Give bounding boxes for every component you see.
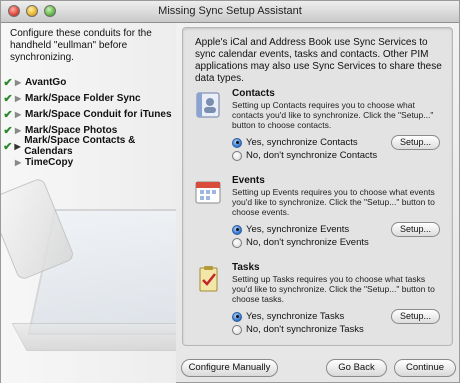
go-back-button[interactable]: Go Back — [326, 359, 387, 377]
radio-no-contacts[interactable]: No, don't synchronize Contacts — [232, 150, 377, 161]
section-description: Setting up Contacts requires you to choo… — [232, 100, 434, 130]
radio-button-selected[interactable] — [232, 224, 242, 235]
arrow-icon: ▶ — [15, 93, 22, 103]
conduit-item-contacts-calendars: ✔ ▶ Mark/Space Contacts & Calendars — [1, 135, 181, 157]
conduit-item-folder-sync: ✔ ▶ Mark/Space Folder Sync — [1, 90, 181, 106]
radio-yes-contacts[interactable]: Yes, synchronize Contacts — [232, 137, 358, 148]
arrow-icon: ▶ — [15, 125, 22, 135]
radio-button-selected[interactable] — [232, 311, 242, 322]
tasks-icon — [199, 266, 218, 292]
address-book-icon — [196, 92, 220, 118]
setup-contacts-button[interactable]: Setup... — [391, 135, 440, 150]
panel-description: Apple's iCal and Address Book use Sync S… — [195, 37, 442, 84]
radio-yes-tasks[interactable]: Yes, synchronize Tasks — [232, 311, 344, 322]
setup-assistant-window: Missing Sync Setup Assistant Configure t… — [0, 0, 460, 383]
conduit-label: Mark/Space Photos — [25, 124, 118, 136]
conduit-label: AvantGo — [25, 76, 67, 88]
setup-events-button[interactable]: Setup... — [391, 222, 440, 237]
calendar-icon — [195, 181, 221, 204]
sync-options-panel: Apple's iCal and Address Book use Sync S… — [182, 27, 453, 346]
section-title: Tasks — [232, 262, 260, 273]
checkmark-icon: ✔ — [3, 140, 13, 153]
configure-manually-button[interactable]: Configure Manually — [181, 359, 278, 377]
tasks-section: Tasks Setting up Tasks requires you to c… — [191, 262, 447, 344]
checkmark-icon: ✔ — [3, 76, 13, 89]
conduit-label: TimeCopy — [25, 156, 74, 168]
sidebar-intro: Configure these conduits for the handhel… — [10, 28, 152, 63]
setup-tasks-button[interactable]: Setup... — [391, 309, 440, 324]
conduit-label: Mark/Space Folder Sync — [25, 92, 141, 104]
laptop-base-illustration — [11, 323, 176, 351]
arrow-icon: ▶ — [15, 77, 22, 87]
radio-button-selected[interactable] — [232, 137, 242, 148]
radio-no-tasks[interactable]: No, don't synchronize Tasks — [232, 324, 364, 335]
conduit-list: ✔ ▶ AvantGo ✔ ▶ Mark/Space Folder Sync ✔… — [1, 74, 181, 170]
conduit-item-timecopy: ▶ TimeCopy — [1, 154, 181, 170]
radio-label: No, don't synchronize Tasks — [246, 324, 364, 335]
conduit-item-avantgo: ✔ ▶ AvantGo — [1, 74, 181, 90]
section-title: Contacts — [232, 88, 275, 99]
window-title: Missing Sync Setup Assistant — [158, 5, 302, 17]
radio-button[interactable] — [232, 324, 242, 335]
radio-button[interactable] — [232, 237, 242, 248]
radio-yes-events[interactable]: Yes, synchronize Events — [232, 224, 349, 235]
radio-label: No, don't synchronize Contacts — [246, 150, 378, 161]
arrow-icon: ▶ — [15, 109, 22, 119]
events-section: Events Setting up Events requires you to… — [191, 175, 447, 257]
checkmark-icon: ✔ — [3, 92, 13, 105]
conduit-label: Mark/Space Conduit for iTunes — [25, 108, 172, 120]
radio-no-events[interactable]: No, don't synchronize Events — [232, 237, 369, 248]
continue-button[interactable]: Continue — [394, 359, 456, 377]
arrow-icon: ▶ — [15, 157, 22, 167]
radio-label: Yes, synchronize Events — [246, 224, 350, 235]
radio-button[interactable] — [232, 150, 242, 161]
contacts-section: Contacts Setting up Contacts requires yo… — [191, 88, 447, 170]
checkmark-icon: ✔ — [3, 124, 13, 137]
section-description: Setting up Events requires you to choose… — [232, 187, 435, 217]
checkmark-icon: ✔ — [3, 108, 13, 121]
radio-label: Yes, synchronize Contacts — [246, 137, 358, 148]
radio-label: Yes, synchronize Tasks — [246, 311, 345, 322]
title-bar: Missing Sync Setup Assistant — [1, 1, 459, 23]
radio-label: No, don't synchronize Events — [246, 237, 369, 248]
section-description: Setting up Tasks requires you to choose … — [232, 274, 435, 304]
section-title: Events — [232, 175, 265, 186]
conduit-item-itunes: ✔ ▶ Mark/Space Conduit for iTunes — [1, 106, 181, 122]
current-arrow-icon: ▶ — [14, 141, 21, 151]
